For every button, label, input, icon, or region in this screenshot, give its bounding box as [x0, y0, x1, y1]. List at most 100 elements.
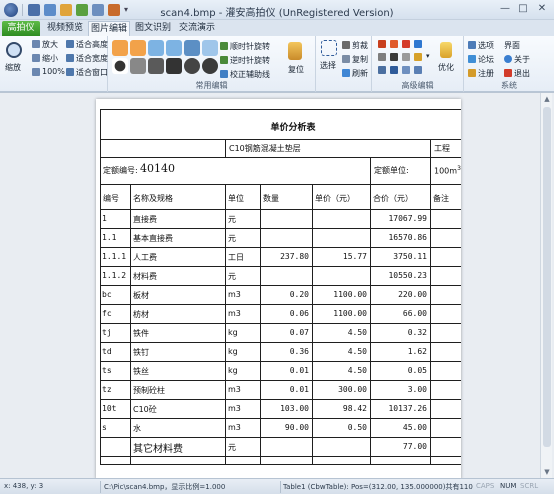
flip-horizontal-icon[interactable]	[166, 40, 182, 56]
row-name[interactable]: 其它材料费	[133, 440, 224, 455]
options-icon[interactable]	[468, 41, 476, 49]
register-icon[interactable]	[468, 69, 476, 77]
row-code[interactable]: tz	[102, 385, 128, 394]
copy-icon[interactable]	[342, 55, 350, 63]
column-header[interactable]: 数量	[263, 193, 311, 204]
options-button[interactable]: 选项	[478, 40, 494, 51]
optimize-button[interactable]: 优化	[438, 62, 454, 73]
project-name[interactable]: C10钢筋混凝土垫层	[229, 143, 409, 154]
denoise-icon[interactable]	[184, 58, 200, 74]
row-code[interactable]: fc	[102, 309, 128, 318]
row-total[interactable]: 3750.11	[370, 252, 427, 261]
zoom-button[interactable]: 缩放	[5, 62, 21, 73]
project-label[interactable]: 工程	[434, 143, 461, 154]
row-unit-price[interactable]: 300.00	[312, 385, 367, 394]
row-unit-price[interactable]: 0.50	[312, 423, 367, 432]
row-code[interactable]: bc	[102, 290, 128, 299]
row-quantity[interactable]: 0.20	[260, 290, 309, 299]
move-icon[interactable]	[414, 40, 422, 48]
row-unit[interactable]: 元	[228, 271, 259, 282]
row-name[interactable]: 水	[133, 423, 224, 434]
vertical-scrollbar[interactable]: ▲ ▼	[540, 93, 552, 479]
row-total[interactable]: 45.00	[370, 423, 427, 432]
row-unit[interactable]: 元	[228, 233, 259, 244]
row-unit[interactable]: 元	[228, 214, 259, 225]
row-total[interactable]: 17067.99	[370, 214, 427, 223]
exit-button[interactable]: 退出	[514, 68, 530, 79]
row-code[interactable]: 1	[102, 214, 128, 223]
text-icon[interactable]	[390, 53, 398, 61]
scrollbar-thumb[interactable]	[543, 107, 551, 447]
maximize-button[interactable]: □	[514, 2, 532, 16]
advanced-more-icon[interactable]: ▾	[426, 52, 430, 60]
row-unit-price[interactable]: 4.50	[312, 328, 367, 337]
row-unit[interactable]: m3	[228, 423, 259, 432]
column-header[interactable]: 合价（元）	[373, 193, 429, 204]
refresh-icon[interactable]	[342, 69, 350, 77]
scanned-page[interactable]: 单价分析表 C10钢筋混凝土垫层 工程 定额编号: 40140 定额单位: 100m3 编号名…	[96, 99, 461, 479]
row-code[interactable]: 1.1.2	[102, 271, 128, 280]
zoom-magnifier-icon[interactable]	[6, 42, 22, 58]
row-code[interactable]: 10t	[102, 404, 128, 413]
row-code[interactable]: tj	[102, 328, 128, 337]
fit-width-icon[interactable]	[66, 54, 74, 62]
column-header[interactable]: 单价（元）	[315, 193, 369, 204]
column-header[interactable]: 名称及规格	[133, 193, 224, 204]
row-name[interactable]: 基本直接费	[133, 233, 224, 244]
row-unit-price[interactable]: 1100.00	[312, 290, 367, 299]
row-total[interactable]: 3.00	[370, 385, 427, 394]
row-quantity[interactable]: 0.06	[260, 309, 309, 318]
tab-image-edit[interactable]: 图片编辑	[88, 21, 130, 36]
zoom-in-icon[interactable]	[32, 40, 40, 48]
pen-icon[interactable]	[402, 53, 410, 61]
row-unit[interactable]: m3	[228, 309, 259, 318]
register-button[interactable]: 注册	[478, 68, 494, 79]
actual-size-icon[interactable]	[32, 68, 40, 76]
row-total[interactable]: 0.05	[370, 366, 427, 375]
fill-icon[interactable]	[390, 40, 398, 48]
zoom-in-button[interactable]: 放大	[42, 39, 58, 50]
row-quantity[interactable]: 0.36	[260, 347, 309, 356]
forum-icon[interactable]	[468, 55, 476, 63]
row-unit-price[interactable]: 4.50	[312, 347, 367, 356]
row-quantity[interactable]: 0.01	[260, 366, 309, 375]
tab-presentation[interactable]: 交流演示	[176, 21, 218, 36]
optimize-wand-icon[interactable]	[440, 42, 452, 58]
ui-menu-button[interactable]: 界面	[504, 40, 520, 51]
row-unit[interactable]: m3	[228, 290, 259, 299]
rotate-cw-icon[interactable]	[220, 42, 228, 50]
grid-icon[interactable]	[402, 66, 410, 74]
reset-broom-icon[interactable]	[288, 42, 302, 60]
refresh-button[interactable]: 刷新	[352, 68, 368, 79]
column-header[interactable]: 单位	[228, 193, 259, 204]
rotate-right-icon[interactable]	[130, 40, 146, 56]
row-quantity[interactable]: 0.07	[260, 328, 309, 337]
mosaic-icon[interactable]	[414, 66, 422, 74]
row-quantity[interactable]: 90.00	[260, 423, 309, 432]
correction-guide-icon[interactable]	[220, 70, 228, 78]
row-unit[interactable]: 元	[228, 442, 259, 453]
quota-number-value[interactable]: 40140	[140, 162, 200, 175]
table-title[interactable]: 单价分析表	[100, 120, 461, 133]
binarize-icon[interactable]	[148, 58, 164, 74]
tab-camera[interactable]: 高拍仪	[2, 21, 40, 36]
row-unit[interactable]: kg	[228, 366, 259, 375]
minimize-button[interactable]: —	[496, 2, 514, 16]
row-unit[interactable]: m3	[228, 385, 259, 394]
row-quantity[interactable]: 0.01	[260, 385, 309, 394]
row-code[interactable]: td	[102, 347, 128, 356]
row-name[interactable]: 材料费	[133, 271, 224, 282]
fit-height-icon[interactable]	[66, 40, 74, 48]
row-total[interactable]: 1.62	[370, 347, 427, 356]
row-name[interactable]: 预制砼柱	[133, 385, 224, 396]
row-unit[interactable]: kg	[228, 328, 259, 337]
about-button[interactable]: 关于	[514, 54, 530, 65]
row-name[interactable]: 铁钉	[133, 347, 224, 358]
copy-button[interactable]: 复制	[352, 54, 368, 65]
row-name[interactable]: 铁件	[133, 328, 224, 339]
row-unit[interactable]: kg	[228, 347, 259, 356]
skew-icon[interactable]	[184, 40, 200, 56]
correction-guide-button[interactable]: 校正辅助线	[230, 69, 270, 80]
sharpen-icon[interactable]	[166, 58, 182, 74]
row-code[interactable]: 1.1	[102, 233, 128, 242]
